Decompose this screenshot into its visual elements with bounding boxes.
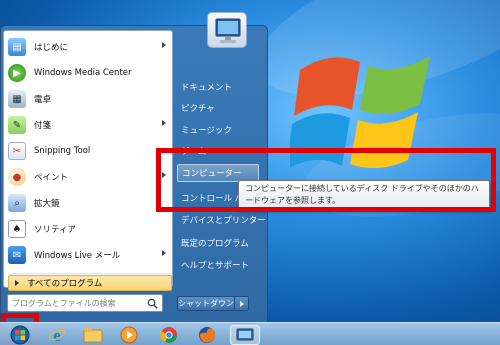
taskbar-firefox[interactable] <box>192 325 222 345</box>
program-label: 拡大鏡 <box>34 199 60 209</box>
taskbar-file-explorer[interactable] <box>78 325 108 345</box>
right-item-label: ヘルプとサポート <box>181 261 250 271</box>
chrome-icon <box>160 327 177 343</box>
right-item-label: ミュージック <box>181 126 232 136</box>
taskbar-media-player[interactable] <box>114 325 144 345</box>
taskbar-internet-explorer[interactable]: e <box>42 325 72 345</box>
right-item-label: ピクチャ <box>181 104 215 114</box>
taskbar-computer-window[interactable] <box>230 325 260 345</box>
svg-text:e: e <box>53 326 61 344</box>
user-picture[interactable] <box>207 12 247 48</box>
submenu-arrow-icon <box>162 120 166 126</box>
firefox-icon <box>199 327 215 343</box>
taskbar: e <box>0 322 500 345</box>
computer-window-icon <box>236 328 254 341</box>
all-programs-button[interactable]: すべてのプログラム <box>8 275 172 291</box>
program-label: はじめに <box>34 43 69 53</box>
search-input[interactable]: プログラムとファイルの検索 <box>7 294 163 312</box>
search-placeholder: プログラムとファイルの検索 <box>12 298 116 308</box>
start-right-item-help[interactable]: ヘルプとサポート <box>177 256 249 274</box>
program-item-snipping-tool[interactable]: ✂ Snipping Tool <box>8 139 168 163</box>
start-right-item-documents[interactable]: ドキュメント <box>177 78 232 96</box>
start-right-item-devices[interactable]: デバイスとプリンター <box>177 211 266 229</box>
submenu-arrow-icon <box>162 42 166 48</box>
program-item-getting-started[interactable]: ▤ はじめに <box>8 35 168 59</box>
program-item-sticky-notes[interactable]: ✎ 付箋 <box>8 113 168 137</box>
shutdown-label: シャットダウン <box>178 299 234 308</box>
program-item-solitaire[interactable]: ♠ ソリティア <box>8 217 168 241</box>
start-button[interactable] <box>6 323 34 345</box>
program-label: ソリティア <box>34 225 76 235</box>
snipping-tool-icon: ✂ <box>8 142 26 160</box>
program-item-media-center[interactable]: ▶ Windows Media Center <box>8 61 168 85</box>
taskbar-chrome[interactable] <box>154 325 184 345</box>
program-label: 付箋 <box>34 121 52 131</box>
search-icon <box>147 298 158 309</box>
media-player-icon <box>120 326 138 344</box>
start-orb-icon <box>10 325 30 344</box>
program-item-magnifier[interactable]: ⌕ 拡大鏡 <box>8 191 168 215</box>
sticky-notes-icon: ✎ <box>8 116 26 134</box>
paint-icon: ● <box>8 168 26 186</box>
start-right-item-pictures[interactable]: ピクチャ <box>177 99 215 117</box>
program-label: 電卓 <box>34 95 52 105</box>
solitaire-icon: ♠ <box>8 220 26 238</box>
all-programs-label: すべてのプログラム <box>27 279 103 289</box>
program-item-live-mail[interactable]: ✉ Windows Live メール <box>8 243 168 267</box>
right-item-label: ドキュメント <box>181 83 233 93</box>
program-label: Snipping Tool <box>34 146 91 156</box>
getting-started-icon: ▤ <box>8 38 26 56</box>
divider <box>12 273 168 274</box>
program-label: ペイント <box>34 173 69 183</box>
calculator-icon: ▦ <box>8 90 26 108</box>
program-label: Windows Media Center <box>34 68 132 78</box>
file-explorer-icon <box>83 328 103 343</box>
right-item-label: デバイスとプリンター <box>181 216 266 226</box>
program-label: Windows Live メール <box>34 251 121 261</box>
live-mail-icon: ✉ <box>8 246 26 264</box>
start-right-item-music[interactable]: ミュージック <box>177 121 232 139</box>
program-item-calculator[interactable]: ▦ 電卓 <box>8 87 168 111</box>
program-item-paint[interactable]: ● ペイント <box>8 165 168 189</box>
expand-arrow-icon <box>15 280 19 286</box>
highlight-box-computer <box>156 148 496 212</box>
shutdown-options-button[interactable] <box>235 296 249 311</box>
right-item-label: 既定のプログラム <box>181 239 249 249</box>
start-right-item-default-programs[interactable]: 既定のプログラム <box>177 234 249 252</box>
arrow-right-icon <box>239 300 244 307</box>
monitor-icon <box>215 18 241 43</box>
media-center-icon: ▶ <box>8 64 26 82</box>
magnifier-icon: ⌕ <box>8 194 26 212</box>
program-list-pane: ▤ はじめに ▶ Windows Media Center ▦ 電卓 ✎ 付箋 … <box>3 30 173 291</box>
shutdown-button[interactable]: シャットダウン <box>177 296 235 311</box>
internet-explorer-icon: e <box>49 326 65 344</box>
submenu-arrow-icon <box>162 250 166 256</box>
